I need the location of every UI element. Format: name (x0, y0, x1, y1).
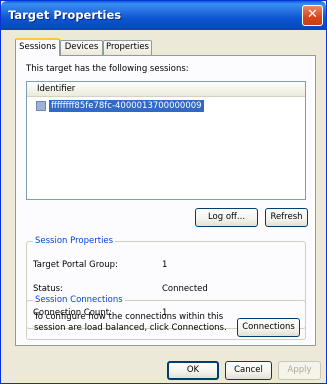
refresh-button[interactable]: Refresh (265, 208, 308, 227)
portal-group-value: 1 (162, 260, 168, 270)
title-bar[interactable]: Target Properties ✕ (1, 1, 326, 30)
status-label: Status: (33, 284, 63, 294)
cancel-button[interactable]: Cancel (225, 361, 272, 380)
session-identifier: ffffffff85fe78fc-4000013700000009 (49, 99, 204, 112)
close-icon[interactable]: ✕ (302, 5, 323, 26)
status-value: Connected (162, 284, 208, 294)
list-item[interactable]: ffffffff85fe78fc-4000013700000009 (36, 99, 204, 112)
tab-devices[interactable]: Devices (60, 40, 103, 55)
sessions-panel: This target has the following sessions: … (15, 55, 316, 346)
session-properties-title: Session Properties (33, 236, 116, 246)
portal-group-label: Target Portal Group: (33, 260, 118, 270)
target-properties-dialog: Target Properties ✕ Sessions Devices Pro… (0, 0, 327, 384)
connections-button[interactable]: Connections (237, 318, 300, 337)
tab-properties[interactable]: Properties (103, 40, 152, 55)
session-connections-group: Session Connections To configure how the… (26, 295, 306, 340)
sessions-list[interactable]: Identifier ffffffff85fe78fc-400001370000… (26, 81, 306, 200)
checkbox-icon[interactable] (36, 100, 46, 111)
ok-button[interactable]: OK (167, 361, 219, 380)
session-connections-help: To configure how the connections within … (34, 312, 227, 333)
session-connections-title: Session Connections (33, 295, 125, 305)
list-header-identifier[interactable]: Identifier (27, 82, 305, 97)
apply-button[interactable]: Apply (278, 361, 321, 380)
list-header-label: Identifier (37, 84, 76, 94)
log-off-button[interactable]: Log off... (195, 208, 258, 227)
window-title: Target Properties (8, 8, 122, 22)
sessions-intro: This target has the following sessions: (26, 64, 189, 74)
tab-sessions[interactable]: Sessions (15, 38, 60, 56)
